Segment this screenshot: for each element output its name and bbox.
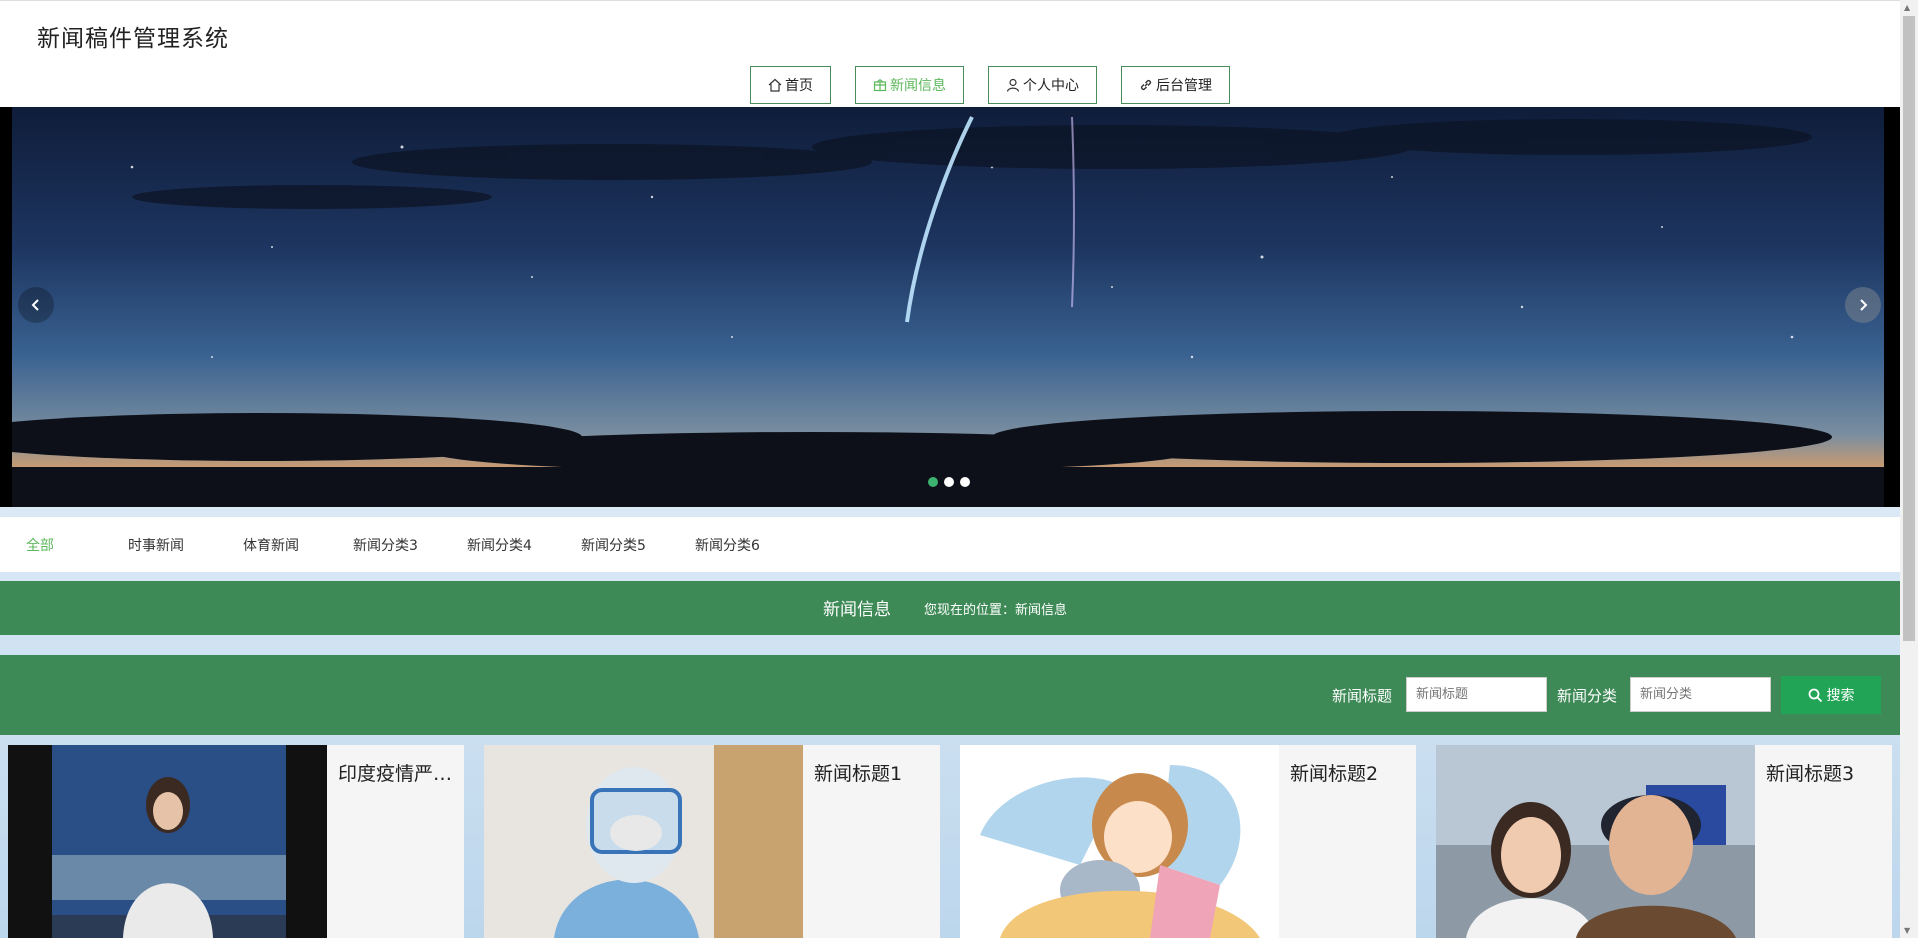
news-card-title: 新闻标题1 [814, 763, 903, 785]
news-card[interactable]: 印度疫情严重爆发 [8, 745, 464, 938]
carousel-next-button[interactable] [1845, 287, 1881, 323]
carousel-indicators [928, 477, 970, 487]
news-thumbnail [960, 745, 1279, 938]
category-tab[interactable]: 时事新闻 [128, 535, 184, 555]
category-tab[interactable]: 新闻分类4 [467, 535, 532, 555]
scrollbar-thumb[interactable] [1903, 16, 1915, 641]
category-filter-bar: 全部 时事新闻 体育新闻 新闻分类3 新闻分类4 新闻分类5 新闻分类6 [0, 517, 1900, 572]
title-search-label: 新闻标题 [1332, 687, 1393, 705]
category-tab[interactable]: 新闻分类3 [353, 535, 418, 555]
category-tab[interactable]: 新闻分类5 [581, 535, 646, 555]
banner-carousel [0, 107, 1900, 507]
scroll-down-icon[interactable]: ▼ [1904, 926, 1914, 936]
nav-news-label: 新闻信息 [890, 78, 946, 94]
banner-image [0, 107, 1884, 507]
carousel-prev-button[interactable] [18, 287, 54, 323]
nav-admin[interactable]: 后台管理 [1121, 66, 1230, 104]
news-card[interactable]: 新闻标题3 [1436, 745, 1892, 938]
nav-home[interactable]: 首页 [750, 66, 831, 104]
nav-admin-label: 后台管理 [1156, 78, 1212, 94]
site-title: 新闻稿件管理系统 [37, 26, 229, 52]
category-search-input[interactable] [1630, 677, 1771, 712]
chevron-right-icon [1860, 299, 1868, 311]
category-tab-all[interactable]: 全部 [26, 535, 54, 555]
carousel-dot[interactable] [944, 477, 954, 487]
category-tab[interactable]: 新闻分类6 [695, 535, 760, 555]
news-thumbnail [484, 745, 803, 938]
user-icon [1006, 78, 1020, 92]
nav-home-label: 首页 [785, 78, 813, 94]
search-button[interactable]: 搜索 [1781, 676, 1881, 714]
news-icon [873, 79, 887, 92]
news-card-title: 新闻标题2 [1290, 763, 1379, 785]
nav-profile[interactable]: 个人中心 [988, 66, 1097, 104]
link-icon [1140, 79, 1152, 91]
section-title: 新闻信息 [823, 600, 891, 620]
nav-news[interactable]: 新闻信息 [855, 66, 964, 104]
carousel-dot[interactable] [928, 477, 938, 487]
news-card-title: 新闻标题3 [1766, 763, 1855, 785]
search-bar: 新闻标题 新闻分类 搜索 [0, 655, 1900, 735]
chevron-left-icon [31, 299, 39, 311]
news-card-title: 印度疫情严重爆发 [338, 763, 458, 785]
night-sky-illustration [0, 116, 1884, 507]
main-nav: 首页 新闻信息 个人中心 后台管理 [750, 66, 1230, 104]
nav-profile-label: 个人中心 [1023, 78, 1079, 94]
news-thumbnail [1436, 745, 1755, 938]
home-icon [768, 78, 782, 92]
section-header: 新闻信息 您现在的位置：新闻信息 [0, 581, 1900, 635]
category-search-label: 新闻分类 [1557, 687, 1618, 705]
carousel-dot[interactable] [960, 477, 970, 487]
breadcrumb: 您现在的位置：新闻信息 [924, 603, 1068, 618]
news-card[interactable]: 新闻标题1 [484, 745, 940, 938]
top-header: 新闻稿件管理系统 首页 新闻信息 个人中心 后台管理 [0, 0, 1900, 107]
title-search-input[interactable] [1406, 677, 1547, 712]
search-button-label: 搜索 [1826, 687, 1855, 703]
category-tab[interactable]: 体育新闻 [243, 535, 299, 555]
scroll-up-icon[interactable]: ▲ [1904, 3, 1914, 13]
news-card[interactable]: 新闻标题2 [960, 745, 1416, 938]
search-icon [1808, 688, 1822, 702]
news-thumbnail [8, 745, 327, 938]
